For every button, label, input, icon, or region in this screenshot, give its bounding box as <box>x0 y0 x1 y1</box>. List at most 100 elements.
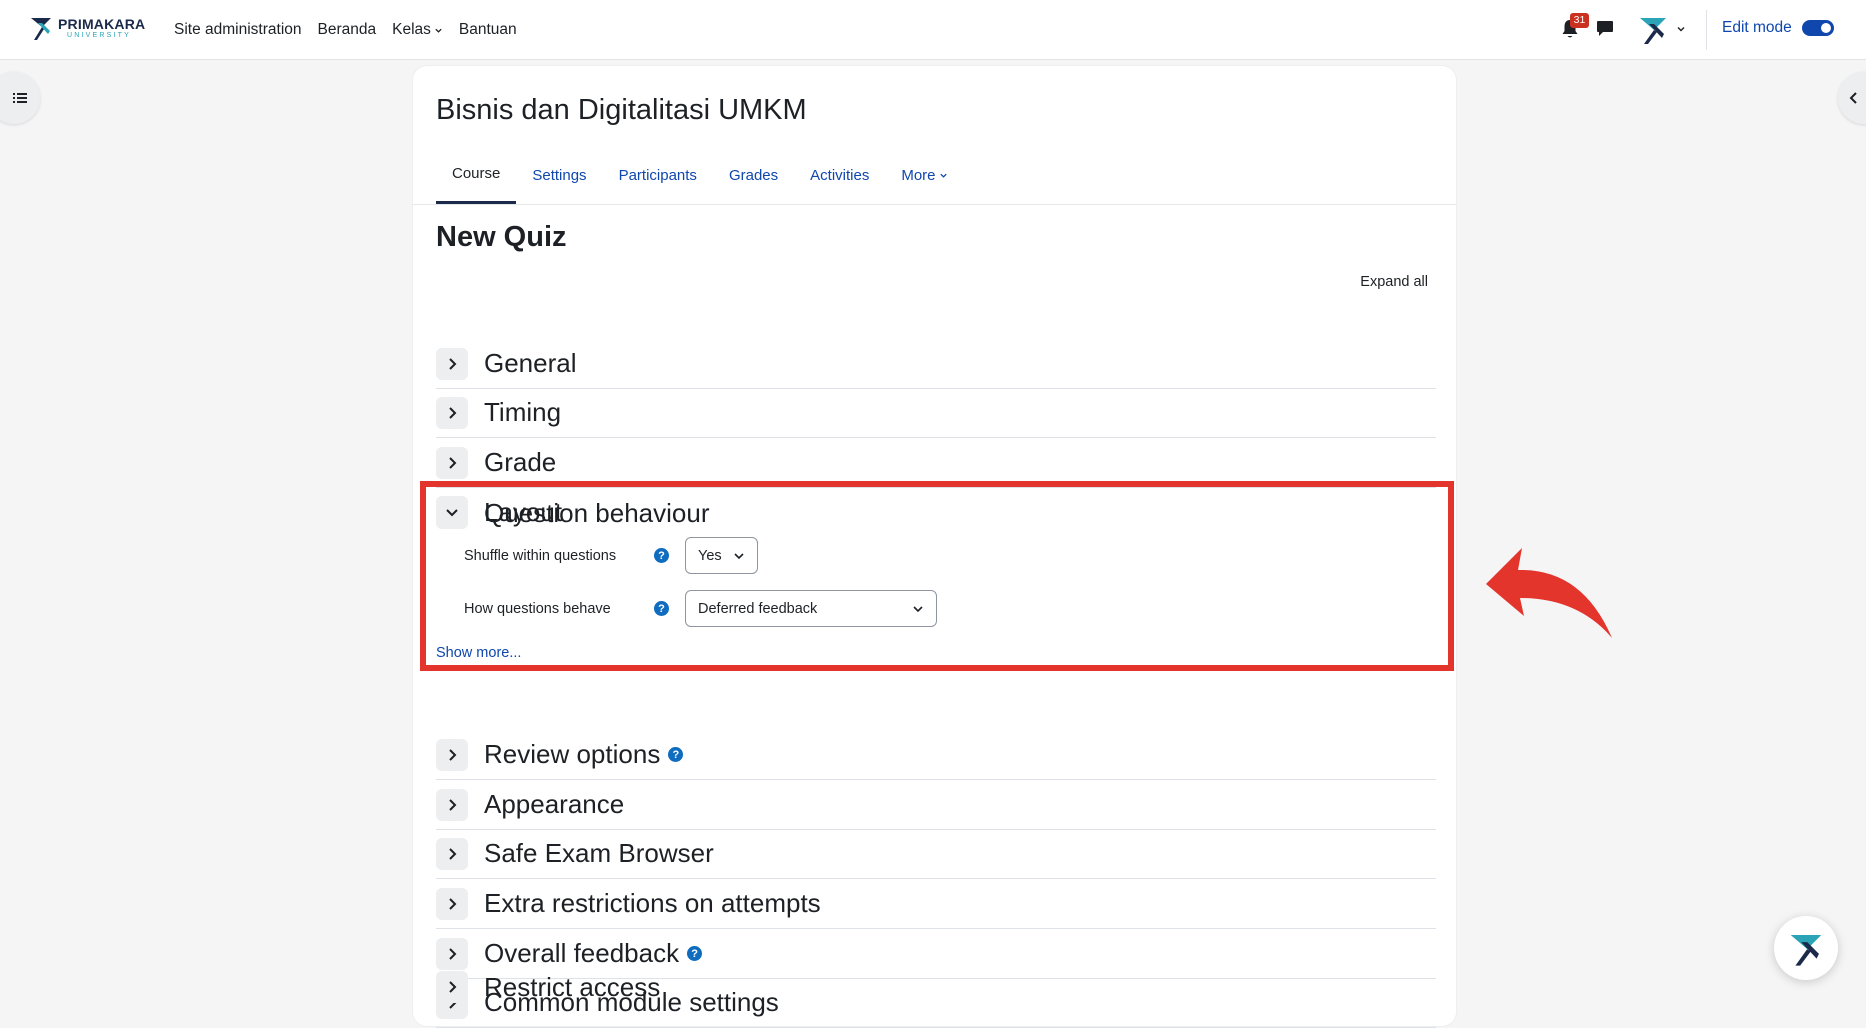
section-label: Review options <box>484 739 661 769</box>
chevron-down-icon <box>435 28 442 33</box>
primakara-logo-icon <box>1790 935 1822 966</box>
expand-section-button[interactable] <box>436 788 468 821</box>
help-icon[interactable]: ? <box>654 548 669 563</box>
section-label: General <box>484 348 577 378</box>
chevron-down-icon <box>913 605 923 612</box>
page-title: New Quiz <box>436 221 567 253</box>
messages-icon[interactable] <box>1596 19 1614 38</box>
expand-section-button[interactable] <box>436 347 468 380</box>
course-title: Bisnis dan Digitalitasi UMKM <box>436 94 807 126</box>
nav-bantuan[interactable]: Bantuan <box>459 21 517 39</box>
brand-logo[interactable]: PRIMAKARA UNIVERSITY <box>28 14 145 42</box>
section-label: Grade <box>484 447 557 477</box>
edit-mode-switch[interactable] <box>1801 20 1834 36</box>
section-general[interactable]: General <box>436 339 1436 389</box>
how-questions-behave-value: Deferred feedback <box>698 600 818 617</box>
nav-site-administration[interactable]: Site administration <box>174 21 302 39</box>
section-timing[interactable]: Timing <box>436 388 1436 438</box>
nav-bantuan-label: Bantuan <box>458 21 517 38</box>
chevron-down-icon <box>734 552 744 559</box>
tab-settings[interactable]: Settings <box>516 146 602 204</box>
course-index-drawer-toggle[interactable] <box>0 72 40 124</box>
tab-more-label: More <box>901 166 936 184</box>
section-appearance[interactable]: Appearance <box>436 780 1436 830</box>
tab-grades[interactable]: Grades <box>713 146 794 204</box>
shuffle-within-questions-select[interactable]: Yes <box>685 537 758 574</box>
section-label: Extra restrictions on attempts <box>484 888 821 918</box>
chevron-right-icon <box>449 798 457 811</box>
chevron-down-icon <box>939 173 947 178</box>
tab-settings-label: Settings <box>532 166 587 184</box>
brand-name: PRIMAKARA <box>58 16 146 32</box>
nav-beranda-label: Beranda <box>317 21 377 38</box>
tab-grades-label: Grades <box>728 166 779 184</box>
primary-navigation: Site administration Beranda Kelas Bantua… <box>174 0 517 60</box>
section-label: Restrict access <box>484 971 661 1002</box>
nav-divider <box>1706 10 1707 50</box>
section-restrict-access[interactable]: Restrict access <box>436 962 1436 1012</box>
assistant-launcher-button[interactable] <box>1774 916 1838 980</box>
shuffle-within-questions-label: Shuffle within questions <box>464 547 617 564</box>
section-question-behaviour[interactable]: Question behaviour <box>436 488 1436 538</box>
expand-section-button[interactable] <box>436 396 468 429</box>
nav-kelas-label: Kelas <box>392 21 431 38</box>
tabs-divider <box>413 204 1456 205</box>
edit-mode-toggle[interactable]: Edit mode <box>1722 0 1834 56</box>
collapse-section-button[interactable] <box>436 497 468 529</box>
help-icon[interactable]: ? <box>654 601 669 616</box>
shuffle-within-questions-value: Yes <box>698 547 722 564</box>
expand-section-button[interactable] <box>436 971 468 1003</box>
tab-course[interactable]: Course <box>436 146 517 204</box>
expand-section-button[interactable] <box>436 738 468 771</box>
chevron-right-icon <box>449 981 457 993</box>
help-icon[interactable]: ? <box>687 946 703 961</box>
chevron-right-icon <box>449 847 457 860</box>
red-arrow-annotation-icon <box>1486 548 1612 638</box>
course-content-card: Bisnis dan Digitalitasi UMKM Course Sett… <box>413 66 1456 1028</box>
section-label: Safe Exam Browser <box>484 838 714 868</box>
chevron-right-icon <box>449 947 457 960</box>
section-extra-restrictions[interactable]: Extra restrictions on attempts <box>436 879 1436 929</box>
how-questions-behave-label: How questions behave <box>464 600 611 617</box>
expand-section-button[interactable] <box>436 446 468 479</box>
block-drawer-toggle[interactable] <box>1838 72 1866 124</box>
section-label: Appearance <box>484 789 625 819</box>
chevron-right-icon <box>449 406 457 419</box>
chevron-right-icon <box>449 456 457 469</box>
user-avatar-icon <box>1640 18 1666 44</box>
chevron-right-icon <box>449 897 457 910</box>
section-review-options[interactable]: Review options ? <box>436 730 1436 780</box>
nav-beranda[interactable]: Beranda <box>318 21 377 39</box>
list-icon <box>13 93 27 103</box>
chevron-down-icon <box>1677 27 1685 32</box>
section-label: Question behaviour <box>484 497 710 528</box>
primakara-logo-icon <box>31 18 51 40</box>
tab-activities[interactable]: Activities <box>794 146 885 204</box>
show-more-link[interactable]: Show more... <box>436 645 521 661</box>
expand-section-button[interactable] <box>436 887 468 920</box>
expand-all-link[interactable]: Expand all <box>1360 274 1428 290</box>
course-tabs: Course Settings Participants Grades Acti… <box>436 146 964 204</box>
top-navbar: PRIMAKARA UNIVERSITY Site administration… <box>0 0 1866 60</box>
tab-course-label: Course <box>452 165 501 182</box>
user-menu[interactable] <box>1636 12 1686 46</box>
how-questions-behave-select[interactable]: Deferred feedback <box>685 590 937 627</box>
chevron-left-icon <box>1849 92 1857 104</box>
section-safe-exam-browser[interactable]: Safe Exam Browser <box>436 829 1436 879</box>
tab-participants[interactable]: Participants <box>603 146 713 204</box>
nav-site-administration-label: Site administration <box>174 21 302 38</box>
notification-count-badge: 31 <box>1570 13 1589 28</box>
chevron-right-icon <box>449 357 457 370</box>
shuffle-within-questions-row: Shuffle within questions ? Yes <box>464 537 758 574</box>
edit-mode-label: Edit mode <box>1722 19 1792 36</box>
section-label: Timing <box>484 397 562 427</box>
tab-more[interactable]: More <box>885 146 963 204</box>
how-questions-behave-row: How questions behave ? Deferred feedback <box>464 590 937 627</box>
nav-kelas[interactable]: Kelas <box>392 21 443 39</box>
section-grade[interactable]: Grade <box>436 438 1436 488</box>
chevron-right-icon <box>449 748 457 761</box>
expand-section-button[interactable] <box>436 837 468 870</box>
help-icon[interactable]: ? <box>668 747 684 762</box>
tab-participants-label: Participants <box>618 166 697 184</box>
tab-activities-label: Activities <box>810 166 870 184</box>
